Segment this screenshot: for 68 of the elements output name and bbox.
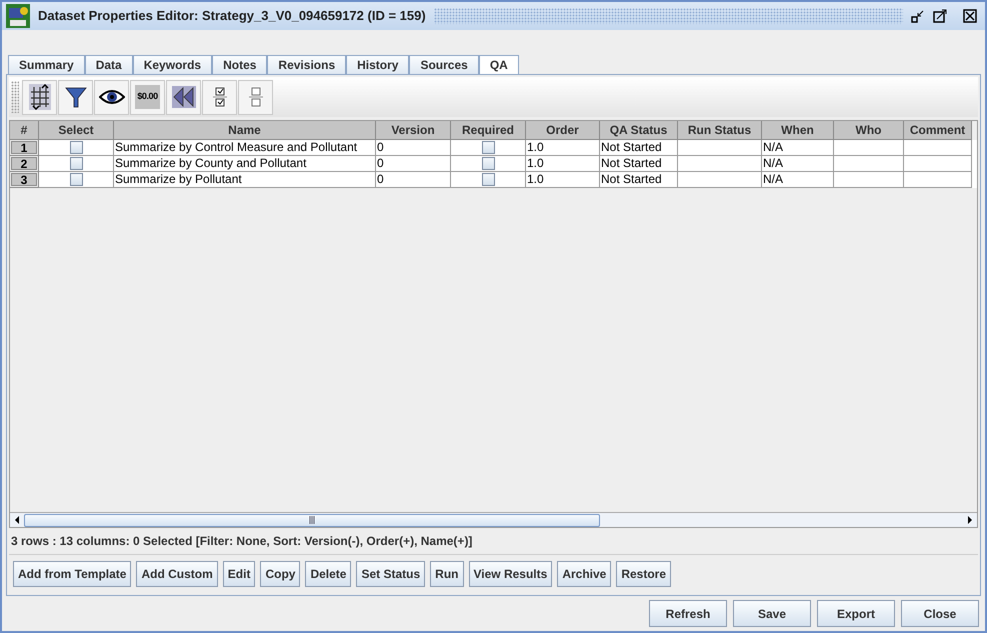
column-header[interactable]: Version <box>376 121 451 140</box>
minimize-icon[interactable] <box>911 9 925 23</box>
action-button[interactable]: Add Custom <box>136 561 218 587</box>
maximize-icon[interactable] <box>933 9 947 23</box>
dialog-button[interactable]: Close <box>901 600 979 627</box>
column-header[interactable]: Name <box>114 121 376 140</box>
tab[interactable]: Data <box>84 55 133 74</box>
action-button[interactable]: View Results <box>468 561 552 587</box>
tab[interactable]: Revisions <box>267 55 346 74</box>
checkbox[interactable] <box>70 173 82 186</box>
action-button[interactable]: Run <box>430 561 464 587</box>
dialog-button[interactable]: Save <box>733 600 811 627</box>
toolbar-button[interactable] <box>202 80 237 114</box>
column-header[interactable]: Who <box>834 121 904 140</box>
action-button[interactable]: Delete <box>305 561 352 587</box>
action-button[interactable]: Edit <box>222 561 256 587</box>
action-button[interactable]: Add from Template <box>13 561 132 587</box>
column-header[interactable]: # <box>10 121 39 140</box>
toolbar-button[interactable]: $0.00 <box>130 80 165 114</box>
horizontal-scrollbar[interactable] <box>10 512 977 527</box>
toolbar-button[interactable] <box>58 80 93 114</box>
grip-icon <box>309 516 315 524</box>
column-header[interactable]: Order <box>526 121 600 140</box>
tab[interactable]: QA <box>478 55 519 74</box>
toolbar-button[interactable] <box>22 80 57 114</box>
double-left-arrow-icon <box>172 86 196 108</box>
column-header[interactable]: Select <box>39 121 114 140</box>
column-header[interactable]: Required <box>451 121 526 140</box>
scrollbar-thumb[interactable] <box>24 514 600 526</box>
checkbox[interactable] <box>482 141 494 154</box>
table-cell: 1.0 <box>526 172 600 188</box>
app-logo-icon <box>6 4 30 28</box>
tab[interactable]: History <box>346 55 410 74</box>
row-header: 1 <box>11 141 37 154</box>
action-button[interactable]: Copy <box>260 561 300 587</box>
sort-columns-icon <box>28 84 50 110</box>
tab[interactable]: Notes <box>212 55 268 74</box>
table-cell: 0 <box>376 172 451 188</box>
close-icon[interactable] <box>963 9 977 23</box>
status-text: 3 rows : 13 columns: 0 Selected [Filter: None, Sort: Version(-), Order(+), Name(+)] <box>10 533 474 550</box>
column-header[interactable]: Run Status <box>678 121 762 140</box>
checkbox[interactable] <box>70 141 82 154</box>
dialog-button[interactable]: Refresh <box>649 600 727 627</box>
tab[interactable]: Keywords <box>132 55 212 74</box>
window-title: Dataset Properties Editor: Strategy_3_V0_094659172 (ID = 159) <box>38 7 426 26</box>
currency-format-icon: $0.00 <box>135 85 160 109</box>
toolbar-button[interactable] <box>94 80 129 114</box>
toolbar-grip[interactable] <box>11 81 19 113</box>
row-header: 2 <box>11 157 37 170</box>
action-button[interactable]: Set Status <box>356 561 426 587</box>
filter-icon <box>64 85 88 109</box>
checkbox[interactable] <box>482 173 494 186</box>
column-header[interactable]: QA Status <box>600 121 678 140</box>
checkbox[interactable] <box>70 157 82 170</box>
action-button[interactable]: Archive <box>557 561 612 587</box>
checkbox[interactable] <box>482 157 494 170</box>
column-header[interactable]: When <box>762 121 834 140</box>
column-header[interactable]: Comment <box>904 121 972 140</box>
table-cell: Summarize by Pollutant <box>114 172 376 188</box>
tab[interactable]: Summary <box>8 55 85 74</box>
action-button[interactable]: Restore <box>616 561 672 587</box>
tab[interactable]: Sources <box>409 55 479 74</box>
row-header: 3 <box>11 173 37 186</box>
dialog-button[interactable]: Export <box>817 600 895 627</box>
checked-boxes-icon <box>212 86 226 108</box>
unchecked-boxes-icon <box>248 86 262 108</box>
eye-icon <box>98 89 124 105</box>
toolbar-button[interactable] <box>166 80 201 114</box>
